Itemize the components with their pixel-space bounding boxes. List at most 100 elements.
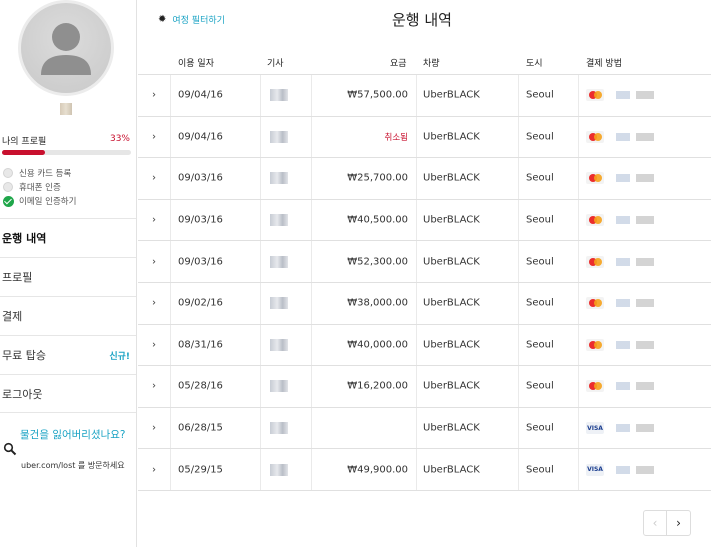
cell-divider — [311, 324, 312, 366]
table-row[interactable]: › 05/29/15 ₩49,900.00 UberBLACK Seoul VISA — [138, 449, 711, 491]
page-title: 운행 내역 — [392, 11, 452, 29]
avatar[interactable] — [18, 0, 114, 96]
cell-divider — [260, 199, 261, 241]
cell-divider — [518, 158, 519, 199]
cell-divider — [416, 75, 417, 116]
card-number-blurred — [610, 299, 654, 308]
table-row[interactable]: › 08/31/16 ₩40,000.00 UberBLACK Seoul — [138, 324, 711, 367]
cell-divider — [170, 199, 171, 241]
trip-fare: ₩40,500.00 — [347, 214, 408, 226]
visa-card-icon: VISA — [586, 422, 604, 435]
incomplete-circle-icon — [3, 168, 13, 178]
column-header-date: 이용 일자 — [178, 59, 214, 69]
cell-divider — [311, 116, 312, 158]
cell-divider — [518, 449, 519, 490]
cell-divider — [416, 449, 417, 490]
cell-divider — [578, 241, 579, 282]
table-row[interactable]: › 06/28/15 UberBLACK Seoul VISA — [138, 407, 711, 450]
cell-divider — [518, 116, 519, 158]
trip-vehicle: UberBLACK — [423, 172, 480, 184]
column-header-payment: 결제 방법 — [586, 59, 622, 69]
cell-divider — [416, 158, 417, 199]
gear-icon: ✹ — [158, 14, 167, 25]
task-phone-verify[interactable]: 휴대폰 인증 — [3, 181, 61, 193]
cell-divider — [311, 199, 312, 241]
new-badge: 신규! — [109, 351, 130, 362]
chevron-right-icon[interactable]: › — [152, 256, 156, 267]
cell-divider — [578, 75, 579, 116]
trip-fare: ₩40,000.00 — [347, 339, 408, 351]
visa-card-icon: VISA — [586, 463, 604, 476]
chevron-right-icon[interactable]: › — [152, 339, 156, 350]
mastercard-icon — [586, 172, 604, 185]
trip-vehicle: UberBLACK — [423, 380, 480, 392]
chevron-right-icon[interactable]: › — [152, 381, 156, 392]
trip-fare: ₩57,500.00 — [347, 89, 408, 101]
chevron-right-icon[interactable]: › — [152, 464, 156, 475]
cell-divider — [578, 449, 579, 490]
nav-profile[interactable]: 프로필 — [0, 257, 136, 296]
cell-divider — [311, 407, 312, 449]
chevron-right-icon[interactable]: › — [152, 298, 156, 309]
cell-divider — [416, 199, 417, 241]
nav-trips[interactable]: 운행 내역 — [0, 218, 136, 257]
trip-date: 05/28/16 — [178, 380, 223, 392]
trip-vehicle: UberBLACK — [423, 422, 480, 434]
nav-payment[interactable]: 결제 — [0, 296, 136, 335]
chevron-right-icon[interactable]: › — [152, 131, 156, 142]
table-header: 이용 일자 기사 요금 차량 도시 결제 방법 — [138, 48, 711, 75]
cell-divider — [260, 449, 261, 490]
trip-vehicle: UberBLACK — [423, 89, 480, 101]
lost-item-link[interactable]: 물건을 잃어버리셨나요? — [20, 428, 132, 442]
nav-label: 프로필 — [2, 271, 33, 284]
cell-divider — [170, 324, 171, 366]
card-number-blurred — [610, 132, 654, 141]
trip-date: 05/29/15 — [178, 464, 223, 476]
column-header-vehicle: 차량 — [423, 59, 440, 69]
table-row[interactable]: › 09/02/16 ₩38,000.00 UberBLACK Seoul — [138, 282, 711, 325]
cell-divider — [578, 407, 579, 449]
trip-city: Seoul — [526, 297, 554, 309]
trip-date: 06/28/15 — [178, 422, 223, 434]
chevron-right-icon[interactable]: › — [152, 90, 156, 101]
table-row[interactable]: › 05/28/16 ₩16,200.00 UberBLACK Seoul — [138, 366, 711, 408]
cell-divider — [578, 116, 579, 158]
driver-photo-blurred — [270, 463, 288, 476]
table-row[interactable]: › 09/03/16 ₩52,300.00 UberBLACK Seoul — [138, 241, 711, 283]
column-header-city: 도시 — [526, 59, 543, 69]
mastercard-icon — [586, 214, 604, 227]
task-email-verify[interactable]: 이메일 인증하기 — [3, 195, 76, 207]
table-row[interactable]: › 09/04/16 ₩57,500.00 UberBLACK Seoul — [138, 75, 711, 117]
task-credit-card[interactable]: 신용 카드 등록 — [3, 167, 71, 179]
card-number-blurred — [610, 257, 654, 266]
cell-divider — [578, 366, 579, 407]
trip-city: Seoul — [526, 172, 554, 184]
next-page-button[interactable]: › — [667, 511, 690, 535]
cell-divider — [578, 324, 579, 366]
mastercard-icon — [586, 89, 604, 102]
mastercard-icon — [586, 338, 604, 351]
driver-photo-blurred — [270, 422, 288, 435]
trip-city: Seoul — [526, 422, 554, 434]
cell-divider — [260, 241, 261, 282]
filter-trips-button[interactable]: ✹ 여정 필터하기 — [158, 13, 225, 26]
prev-page-button[interactable]: ‹ — [644, 511, 668, 535]
trip-city: Seoul — [526, 131, 554, 143]
trip-fare: ₩25,700.00 — [347, 172, 408, 184]
trip-vehicle: UberBLACK — [423, 131, 480, 143]
column-header-driver: 기사 — [267, 59, 284, 69]
chevron-right-icon[interactable]: › — [152, 423, 156, 434]
chevron-right-icon[interactable]: › — [152, 173, 156, 184]
cell-divider — [170, 407, 171, 449]
table-row[interactable]: › 09/03/16 ₩25,700.00 UberBLACK Seoul — [138, 158, 711, 200]
nav-logout[interactable]: 로그아웃 — [0, 374, 136, 413]
table-row[interactable]: › 09/04/16 취소됨 UberBLACK Seoul — [138, 116, 711, 159]
driver-photo-blurred — [270, 130, 288, 143]
chevron-right-icon[interactable]: › — [152, 215, 156, 226]
driver-photo-blurred — [270, 338, 288, 351]
cell-divider — [518, 75, 519, 116]
table-row[interactable]: › 09/03/16 ₩40,500.00 UberBLACK Seoul — [138, 199, 711, 242]
cell-divider — [416, 407, 417, 449]
nav-free-rides[interactable]: 무료 탑승 신규! — [0, 335, 136, 374]
cell-divider — [578, 158, 579, 199]
